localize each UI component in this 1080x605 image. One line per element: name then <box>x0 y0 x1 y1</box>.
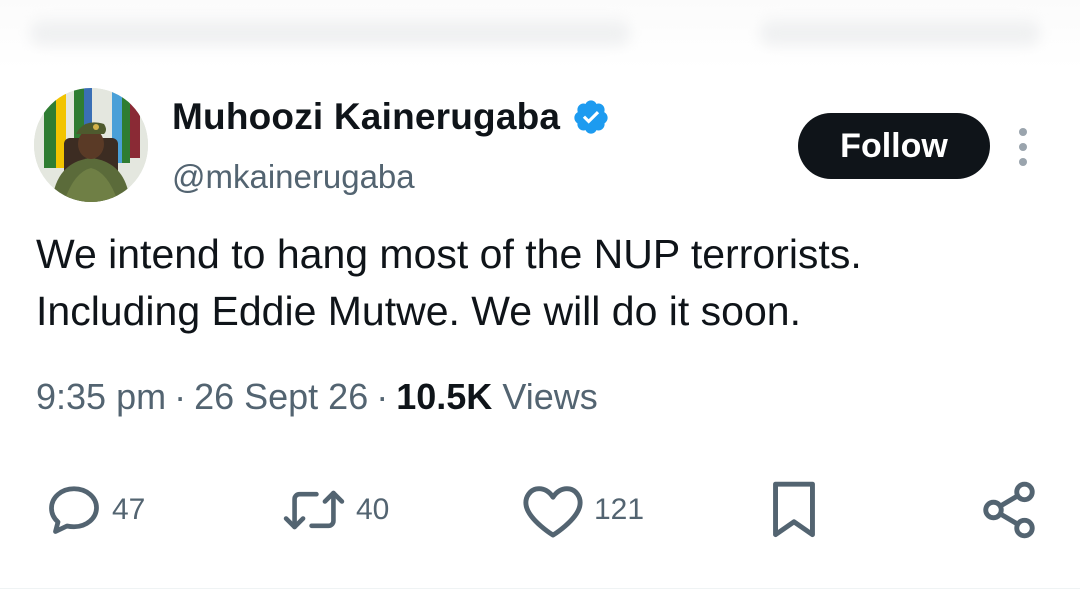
follow-button[interactable]: Follow <box>798 113 990 179</box>
blurred-header <box>0 0 1080 70</box>
reply-button[interactable]: 47 <box>44 472 145 548</box>
bookmark-icon <box>773 481 815 538</box>
separator-dot: · <box>376 376 389 417</box>
views-count: 10.5K <box>396 376 493 417</box>
views-label: Views <box>502 376 598 417</box>
reply-icon <box>49 486 99 534</box>
tweet-text: We intend to hang most of the NUP terror… <box>36 226 1066 340</box>
avatar[interactable] <box>34 88 148 202</box>
retweet-button[interactable]: 40 <box>280 472 389 548</box>
tweet-date[interactable]: 26 Sept 26 <box>194 376 368 417</box>
vertical-ellipsis-icon[interactable] <box>1010 124 1036 170</box>
author-handle[interactable]: @mkainerugaba <box>172 158 415 196</box>
like-button[interactable]: 121 <box>520 472 644 548</box>
heart-icon <box>523 486 583 538</box>
tweet-line: We intend to hang most of the NUP terror… <box>36 231 862 277</box>
tweet-line: Including Eddie Mutwe. We will do it soo… <box>36 288 801 334</box>
tweet-time[interactable]: 9:35 pm <box>36 376 166 417</box>
retweet-icon <box>283 490 345 530</box>
author-name[interactable]: Muhoozi Kainerugaba <box>172 96 560 138</box>
reply-count: 47 <box>112 493 146 526</box>
share-icon <box>983 481 1035 539</box>
retweet-count: 40 <box>356 493 390 526</box>
tweet-meta: 9:35 pm · 26 Sept 26 · 10.5K Views <box>36 376 598 418</box>
author-name-row[interactable]: Muhoozi Kainerugaba <box>172 96 610 138</box>
separator-dot: · <box>174 376 187 417</box>
bookmark-button[interactable] <box>764 472 824 548</box>
divider <box>0 588 1080 589</box>
like-count: 121 <box>594 493 645 526</box>
action-bar: 47 40 121 <box>0 472 1080 548</box>
verified-badge-icon <box>574 100 608 134</box>
share-button[interactable] <box>978 472 1040 548</box>
